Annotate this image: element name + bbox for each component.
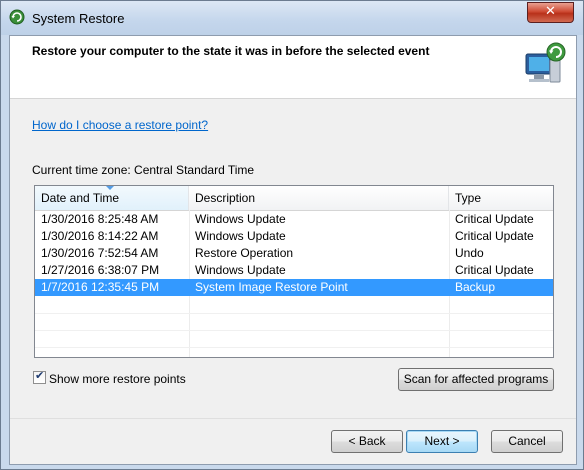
scan-affected-programs-button[interactable]: Scan for affected programs — [398, 368, 554, 391]
table-row-selected[interactable]: 1/7/2016 12:35:45 PM System Image Restor… — [35, 279, 553, 296]
cell-description: Windows Update — [195, 212, 286, 226]
restore-computer-icon — [525, 42, 566, 83]
table-row[interactable]: 1/30/2016 7:52:54 AM Restore Operation U… — [35, 245, 553, 262]
grid-row-line — [35, 347, 553, 348]
column-header-type[interactable]: Type — [449, 186, 553, 210]
next-button[interactable]: Next > — [406, 430, 478, 453]
cell-date: 1/30/2016 8:14:22 AM — [41, 229, 159, 243]
close-button[interactable]: ✕ — [527, 2, 574, 23]
column-header-description[interactable]: Description — [189, 186, 449, 210]
cell-date: 1/30/2016 7:52:54 AM — [41, 246, 159, 260]
page-title: Restore your computer to the state it wa… — [32, 44, 430, 58]
cell-date: 1/30/2016 8:25:48 AM — [41, 212, 159, 226]
cell-description: System Image Restore Point — [195, 280, 348, 294]
column-header-date-label: Date and Time — [41, 191, 120, 205]
list-header: Date and Time Description Type — [35, 186, 553, 211]
cell-date: 1/27/2016 6:38:07 PM — [41, 263, 160, 277]
cell-description: Restore Operation — [195, 246, 294, 260]
cell-type: Critical Update — [455, 229, 534, 243]
system-restore-window: System Restore ✕ Restore your computer t… — [0, 0, 584, 470]
wizard-content: Restore your computer to the state it wa… — [9, 35, 577, 465]
column-header-date[interactable]: Date and Time — [35, 186, 189, 210]
timezone-label: Current time zone: Central Standard Time — [32, 163, 255, 177]
wizard-header: Restore your computer to the state it wa… — [10, 36, 576, 99]
cell-description: Windows Update — [195, 263, 286, 277]
cell-type: Critical Update — [455, 263, 534, 277]
cell-type: Critical Update — [455, 212, 534, 226]
system-restore-icon — [9, 9, 25, 25]
footer-divider — [10, 418, 576, 419]
help-link[interactable]: How do I choose a restore point? — [32, 118, 208, 132]
title-bar[interactable]: System Restore ✕ — [1, 1, 583, 35]
column-header-type-label: Type — [455, 191, 482, 205]
checkmark-icon: ✔ — [35, 369, 45, 382]
window-title: System Restore — [32, 11, 125, 26]
restore-points-list[interactable]: Date and Time Description Type 1/30/2016… — [34, 185, 554, 358]
cell-date: 1/7/2016 12:35:45 PM — [41, 280, 160, 294]
show-more-checkbox[interactable]: ✔ — [33, 369, 46, 384]
table-row[interactable]: 1/27/2016 6:38:07 PM Windows Update Crit… — [35, 262, 553, 279]
close-icon: ✕ — [545, 4, 556, 19]
show-more-label[interactable]: Show more restore points — [49, 372, 186, 386]
cancel-button[interactable]: Cancel — [491, 430, 563, 453]
cell-type: Backup — [455, 280, 496, 294]
column-header-description-label: Description — [195, 191, 256, 205]
back-button[interactable]: < Back — [331, 430, 403, 453]
table-row[interactable]: 1/30/2016 8:25:48 AM Windows Update Crit… — [35, 211, 553, 228]
grid-row-line — [35, 313, 553, 314]
cell-type: Undo — [455, 246, 484, 260]
grid-row-line — [35, 330, 553, 331]
table-row[interactable]: 1/30/2016 8:14:22 AM Windows Update Crit… — [35, 228, 553, 245]
sort-arrow-icon — [106, 186, 114, 190]
cell-description: Windows Update — [195, 229, 286, 243]
